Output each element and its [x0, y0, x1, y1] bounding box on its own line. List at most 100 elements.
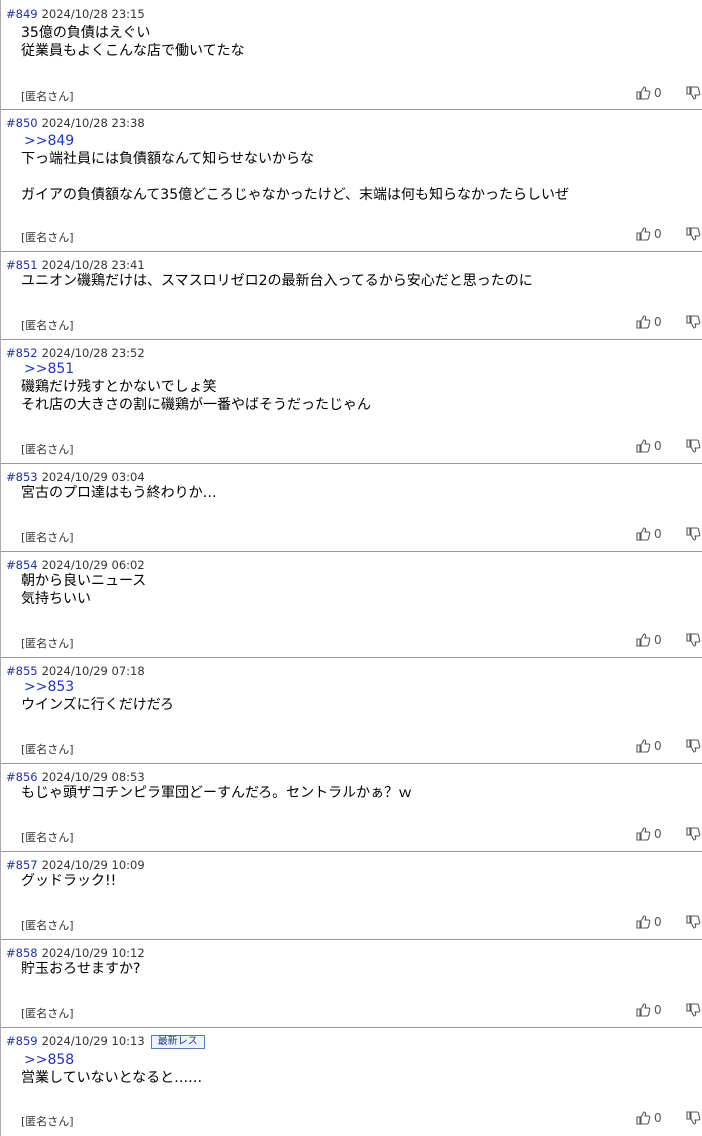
thumbs-up-icon	[635, 527, 651, 541]
like-button[interactable]: 0	[635, 1002, 662, 1018]
post-number[interactable]: #858	[6, 946, 38, 960]
post-text-line: 35億の負債はえぐい	[21, 25, 151, 41]
post: #855 2024/10/29 07:18 >>853 ウインズに行くだけだろ [匿名さ…	[0, 657, 702, 763]
dislike-button[interactable]	[685, 632, 701, 648]
dislike-button[interactable]	[685, 914, 701, 930]
post-date: 2024/10/29 03:04	[41, 470, 145, 484]
thumbs-up-icon	[635, 1111, 651, 1125]
post-header: #849 2024/10/28 23:15	[6, 7, 145, 21]
post-date: 2024/10/29 10:13	[41, 1034, 145, 1048]
post-divider	[1, 851, 702, 852]
post-text-line: 磯鶏だけ残すとかないでしょ笑	[21, 379, 217, 395]
thumbs-down-icon	[685, 739, 701, 753]
post-date: 2024/10/29 06:02	[41, 558, 145, 572]
like-count: 0	[654, 527, 662, 541]
like-button[interactable]: 0	[635, 438, 662, 454]
post-body: ユニオン磯鶏だけは、スマスロリゼロ2の最新台入ってるから安心だと思ったのに	[21, 272, 533, 290]
post-header: #856 2024/10/29 08:53	[6, 770, 145, 784]
dislike-button[interactable]	[685, 438, 701, 454]
latest-reply-badge: 最新レス	[150, 1035, 205, 1049]
dislike-button[interactable]	[685, 1002, 701, 1018]
post-number[interactable]: #853	[6, 470, 38, 484]
like-count: 0	[654, 86, 662, 100]
dislike-button[interactable]	[685, 738, 701, 754]
dislike-button[interactable]	[685, 826, 701, 842]
reply-anchor-link[interactable]: >>849	[21, 132, 569, 150]
post-header: #852 2024/10/28 23:52	[6, 346, 145, 360]
post-text-line: 貯玉おろせますか?	[21, 961, 141, 977]
post-body: 貯玉おろせますか?	[21, 960, 140, 978]
post-author: [匿名さん]	[21, 743, 74, 756]
thumbs-up-icon	[635, 439, 651, 453]
post-author: [匿名さん]	[21, 531, 74, 544]
post-date: 2024/10/28 23:52	[41, 346, 145, 360]
post-divider	[1, 763, 702, 764]
post-author: [匿名さん]	[21, 831, 74, 844]
post: #857 2024/10/29 10:09 グッドラック!! [匿名さん] 0	[0, 851, 702, 939]
dislike-button[interactable]	[685, 226, 701, 242]
like-button[interactable]: 0	[635, 85, 662, 101]
post-number[interactable]: #854	[6, 558, 38, 572]
post-text-line: グッドラック!!	[21, 873, 117, 889]
post-author: [匿名さん]	[21, 319, 74, 332]
thumbs-down-icon	[685, 1111, 701, 1125]
post: #850 2024/10/28 23:38 >>849 下っ端社員には負債額なんて知ら…	[0, 109, 702, 251]
post-number[interactable]: #859	[6, 1034, 38, 1048]
post-body: グッドラック!!	[21, 872, 116, 890]
post-body: >>858 営業していないとなると……	[21, 1051, 202, 1087]
like-button[interactable]: 0	[635, 1110, 662, 1126]
post: #856 2024/10/29 08:53 もじゃ頭ザコチンピラ軍団どーすんだろ。セ…	[0, 763, 702, 851]
post-divider	[1, 551, 702, 552]
post-number[interactable]: #850	[6, 116, 38, 130]
like-count: 0	[654, 1003, 662, 1017]
post-divider	[1, 109, 702, 110]
post-body: >>849 下っ端社員には負債額なんて知らせないからな ガイアの負債額なんて35億ど…	[21, 132, 569, 204]
dislike-button[interactable]	[685, 1110, 701, 1126]
post-divider	[1, 657, 702, 658]
like-button[interactable]: 0	[635, 226, 662, 242]
post-date: 2024/10/29 08:53	[41, 770, 145, 784]
like-count: 0	[654, 439, 662, 453]
post-number[interactable]: #857	[6, 858, 38, 872]
like-count: 0	[654, 633, 662, 647]
post: #853 2024/10/29 03:04 宮古のプロ達はもう終わりか… [匿名さん]…	[0, 463, 702, 551]
post-number[interactable]: #856	[6, 770, 38, 784]
thumbs-up-icon	[635, 315, 651, 329]
post-text-line: 朝から良いニュース	[21, 573, 147, 589]
like-button[interactable]: 0	[635, 526, 662, 542]
like-button[interactable]: 0	[635, 914, 662, 930]
post-body: もじゃ頭ザコチンピラ軍団どーすんだろ。セントラルかぁ？ｗ	[21, 784, 412, 802]
post-author: [匿名さん]	[21, 637, 74, 650]
thumbs-down-icon	[685, 827, 701, 841]
dislike-button[interactable]	[685, 314, 701, 330]
like-count: 0	[654, 227, 662, 241]
post-text-line: 宮古のプロ達はもう終わりか…	[21, 485, 217, 501]
thumbs-down-icon	[685, 315, 701, 329]
post-divider	[1, 939, 702, 940]
post-number[interactable]: #849	[6, 7, 38, 21]
post: #859 2024/10/29 10:13 最新レス >>858 営業していないとなると…	[0, 1027, 702, 1136]
post-divider	[1, 339, 702, 340]
post-text-line: 気持ちいい	[21, 591, 91, 607]
dislike-button[interactable]	[685, 526, 701, 542]
post-body: 35億の負債はえぐい 従業員もよくこんな店で働いてたな	[21, 24, 245, 60]
dislike-button[interactable]	[685, 85, 701, 101]
post-author: [匿名さん]	[21, 1115, 74, 1128]
like-button[interactable]: 0	[635, 738, 662, 754]
reply-anchor-link[interactable]: >>853	[21, 678, 174, 696]
like-button[interactable]: 0	[635, 632, 662, 648]
post-text-line: ガイアの負債額なんて35億どころじゃなかったけど、末端は何も知らなかったらしいぜ	[21, 187, 569, 203]
reply-anchor-link[interactable]: >>851	[21, 360, 371, 378]
post-header: #853 2024/10/29 03:04	[6, 470, 145, 484]
post-text-line	[21, 168, 569, 186]
like-button[interactable]: 0	[635, 314, 662, 330]
post-number[interactable]: #852	[6, 346, 38, 360]
post-number[interactable]: #851	[6, 258, 38, 272]
post-body: 朝から良いニュース 気持ちいい	[21, 572, 146, 608]
thread-board: #849 2024/10/28 23:15 35億の負債はえぐい 従業員もよくこんな店…	[0, 0, 702, 1136]
thumbs-down-icon	[685, 439, 701, 453]
like-button[interactable]: 0	[635, 826, 662, 842]
post-number[interactable]: #855	[6, 664, 38, 678]
reply-anchor-link[interactable]: >>858	[21, 1051, 202, 1069]
thumbs-up-icon	[635, 915, 651, 929]
